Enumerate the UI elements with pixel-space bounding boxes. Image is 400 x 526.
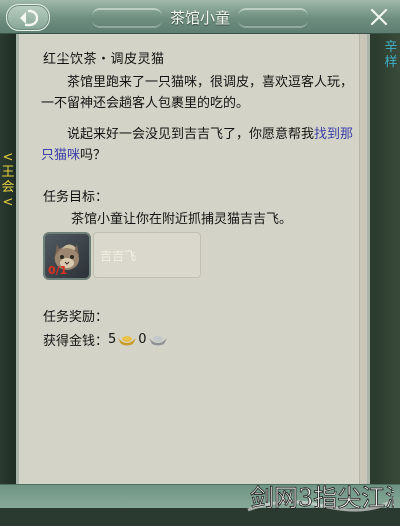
silver-ingot-icon [148,335,167,345]
gold-ingot-icon [118,335,137,345]
panel-scrollbar[interactable] [359,34,367,484]
game-logo: 剑网3指尖江湖 [247,484,394,512]
logo-text: 剑网3指尖江湖 [250,484,394,512]
objective-text: 茶馆小童让你在附近抓捕灵猫吉吉飞。 [71,212,293,227]
dialog-title-bar: 茶馆小童 [0,0,400,34]
background-right-text: 辛样 [384,40,398,70]
quest-description-2-prefix: 说起来好一会没见到吉吉飞了，你愿意帮我 [67,127,315,142]
quest-description-2: 说起来好一会没见到吉吉飞了，你愿意帮我找到那只猫咪吗？ [41,124,357,166]
close-button[interactable] [364,4,394,29]
reward-money-label: 获得金钱： [43,334,109,349]
dialog-title: 茶馆小童 [169,9,230,27]
target-name-box: 吉吉飞 [93,232,201,278]
objective-target-slot[interactable]: 0/1 吉吉飞 [43,232,203,280]
quest-description-1: 茶馆里跑来了一只猫咪，很调皮，喜欢逗客人玩，一不留神还会趟客人包裹里的吃的。 [41,75,354,111]
cat-portrait-icon: 0/1 [43,232,91,280]
quest-detail-panel[interactable]: 红尘饮茶・调皮灵猫 茶馆里跑来了一只猫咪，很调皮，喜欢逗客人玩，一不留神还会趟客… [16,34,370,484]
reward-money-line: 获得金钱： 5 0 [43,330,169,349]
target-name: 吉吉飞 [100,249,137,263]
quest-name: 红尘饮茶・调皮灵猫 [43,52,165,67]
reward-gold-amount: 5 [108,332,117,347]
quest-description-2-suffix: 吗？ [80,148,107,163]
reward-silver-amount: 0 [138,332,147,347]
objective-heading: 任务目标： [43,190,109,205]
reward-heading: 任务奖励： [43,310,109,325]
background-left-text: <王会< [1,150,15,210]
target-count: 0/1 [48,264,68,277]
close-icon [370,8,388,25]
